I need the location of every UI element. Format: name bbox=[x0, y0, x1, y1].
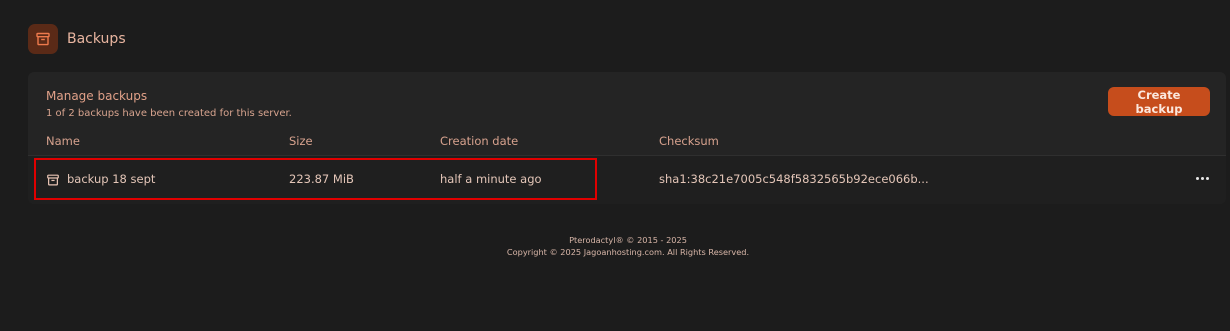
column-header-size: Size bbox=[289, 134, 313, 148]
column-header-creation-date: Creation date bbox=[440, 134, 519, 148]
backup-checksum: sha1:38c21e7005c548f5832565b92ece066b... bbox=[659, 172, 929, 186]
panel-title: Manage backups bbox=[46, 89, 148, 103]
page-header: Backups bbox=[28, 24, 126, 54]
archive-icon bbox=[28, 24, 58, 54]
more-options-icon[interactable] bbox=[1194, 170, 1210, 186]
footer-copyright-pterodactyl: Pterodactyl® © 2015 - 2025 bbox=[569, 235, 687, 245]
page-title: Backups bbox=[67, 31, 126, 47]
backup-count-text: 1 of 2 backups have been created for thi… bbox=[46, 108, 292, 119]
column-header-name: Name bbox=[46, 134, 80, 148]
create-backup-button[interactable]: Create backup bbox=[1108, 87, 1210, 116]
footer-copyright-host: Copyright © 2025 Jagoanhosting.com. All … bbox=[506, 247, 750, 257]
column-header-checksum: Checksum bbox=[659, 134, 719, 148]
highlight-annotation bbox=[34, 158, 597, 200]
